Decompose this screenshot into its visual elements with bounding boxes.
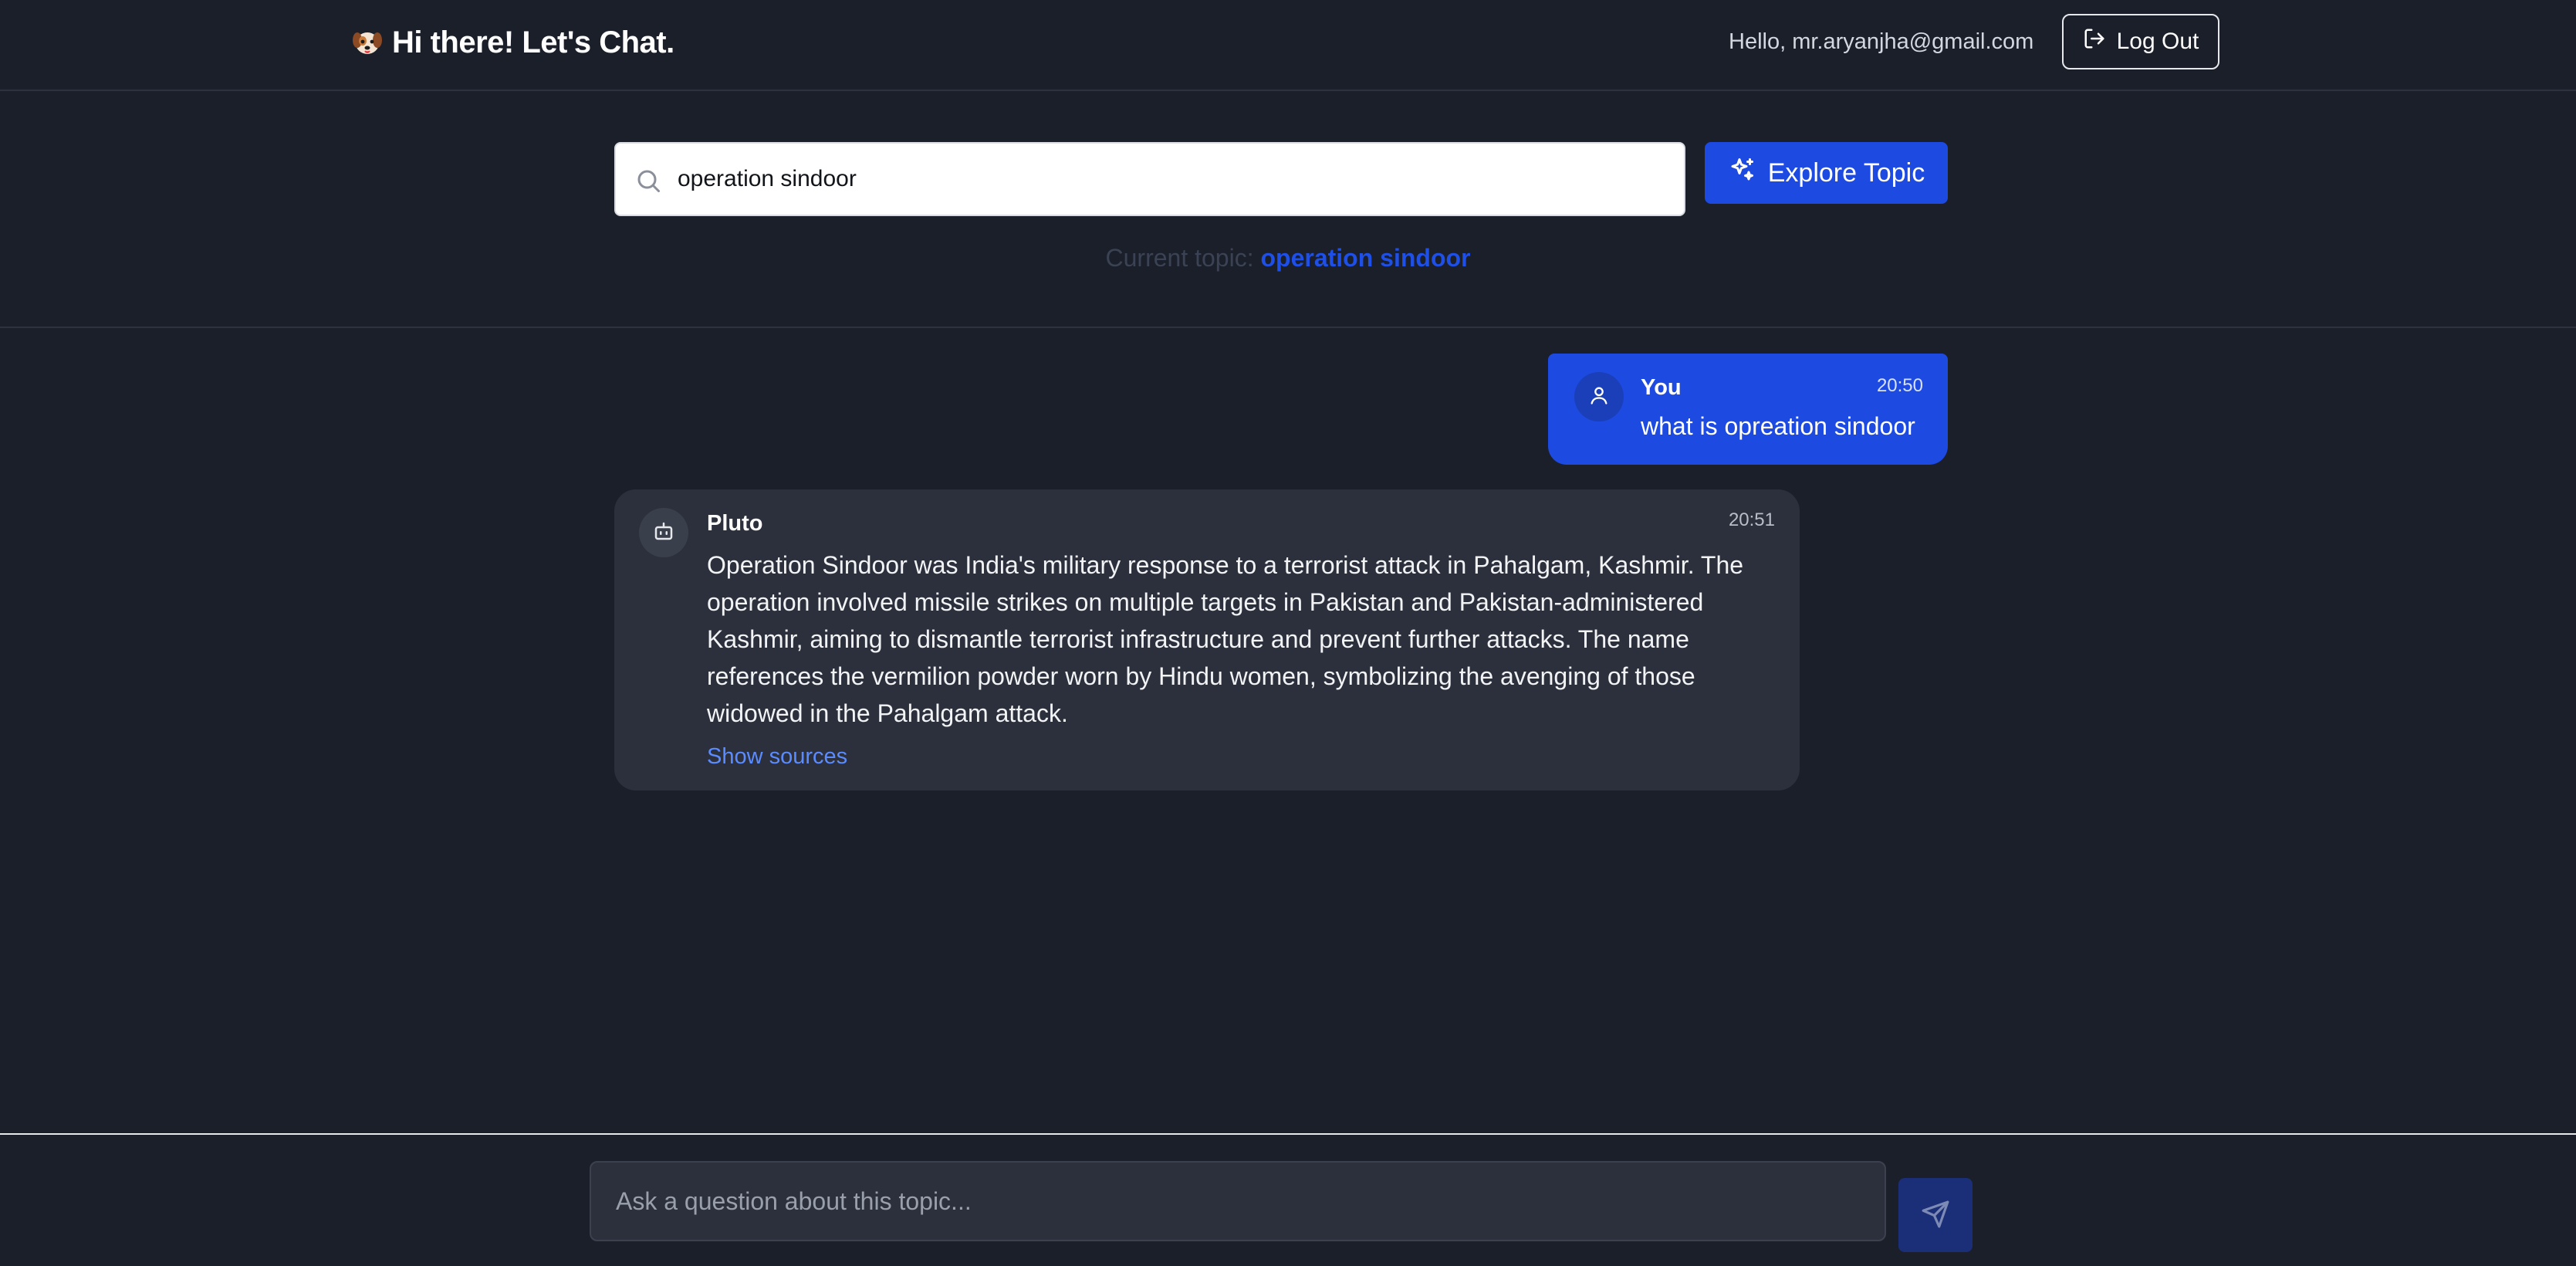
question-input[interactable] — [616, 1163, 1851, 1240]
brand: Hi there! Let's Chat. — [352, 23, 674, 62]
dog-face-icon — [352, 27, 383, 58]
user-icon — [1588, 384, 1610, 410]
topic-search-box[interactable] — [614, 142, 1685, 216]
explore-topic-button[interactable]: Explore Topic — [1705, 142, 1948, 204]
user-avatar — [1574, 372, 1624, 421]
show-sources-link[interactable]: Show sources — [707, 744, 847, 770]
current-topic-label: Current topic: — [1105, 244, 1254, 272]
current-topic-value: operation sindoor — [1260, 244, 1471, 272]
topic-search-input[interactable] — [678, 144, 1673, 215]
send-button[interactable] — [1898, 1178, 1973, 1252]
message-text: what is opreation sindoor — [1641, 412, 1915, 440]
logout-label: Log Out — [2116, 29, 2199, 54]
app-header: Hi there! Let's Chat. Hello, mr.aryanjha… — [0, 0, 2576, 91]
send-icon — [1921, 1200, 1950, 1231]
topic-section: Explore Topic Current topic: operation s… — [0, 93, 2576, 328]
sparkles-icon — [1728, 156, 1756, 191]
app-title: Hi there! Let's Chat. — [392, 25, 674, 59]
message-text: Operation Sindoor was India's military r… — [707, 551, 1744, 727]
bot-avatar — [639, 508, 688, 557]
question-box[interactable] — [590, 1161, 1886, 1241]
logout-icon — [2083, 27, 2106, 56]
composer — [0, 1133, 2576, 1266]
current-topic: Current topic: operation sindoor — [0, 244, 2576, 272]
bot-message: Pluto 20:51 Operation Sindoor was India'… — [614, 489, 1800, 790]
user-message: You 20:50 what is opreation sindoor — [1548, 354, 1948, 465]
logout-button[interactable]: Log Out — [2062, 14, 2219, 69]
user-greeting: Hello, mr.aryanjha@gmail.com — [1729, 29, 2034, 54]
message-sender: Pluto — [707, 511, 763, 536]
message-time: 20:51 — [1728, 509, 1775, 530]
message-sender: You — [1641, 375, 1682, 400]
message-time: 20:50 — [1876, 375, 1923, 396]
bot-icon — [652, 520, 675, 547]
chat-page: Hi there! Let's Chat. Hello, mr.aryanjha… — [0, 0, 2576, 1266]
explore-topic-label: Explore Topic — [1767, 157, 1925, 188]
